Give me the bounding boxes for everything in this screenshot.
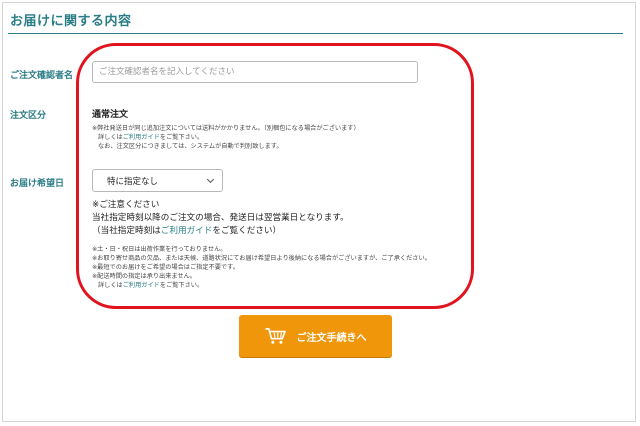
checkout-button[interactable]: ご注文手続きへ — [239, 315, 392, 357]
checkout-button-label: ご注文手続きへ — [296, 332, 367, 344]
section-title: お届けに関する内容 — [10, 14, 132, 29]
orderer-name-label: ご注文確認者名 — [10, 71, 74, 81]
cart-icon — [264, 327, 286, 344]
delivery-date-label: お届け希望日 — [10, 179, 65, 189]
highlight-annotation — [76, 43, 474, 309]
section-divider — [8, 33, 623, 34]
order-type-label: 注文区分 — [10, 111, 47, 121]
